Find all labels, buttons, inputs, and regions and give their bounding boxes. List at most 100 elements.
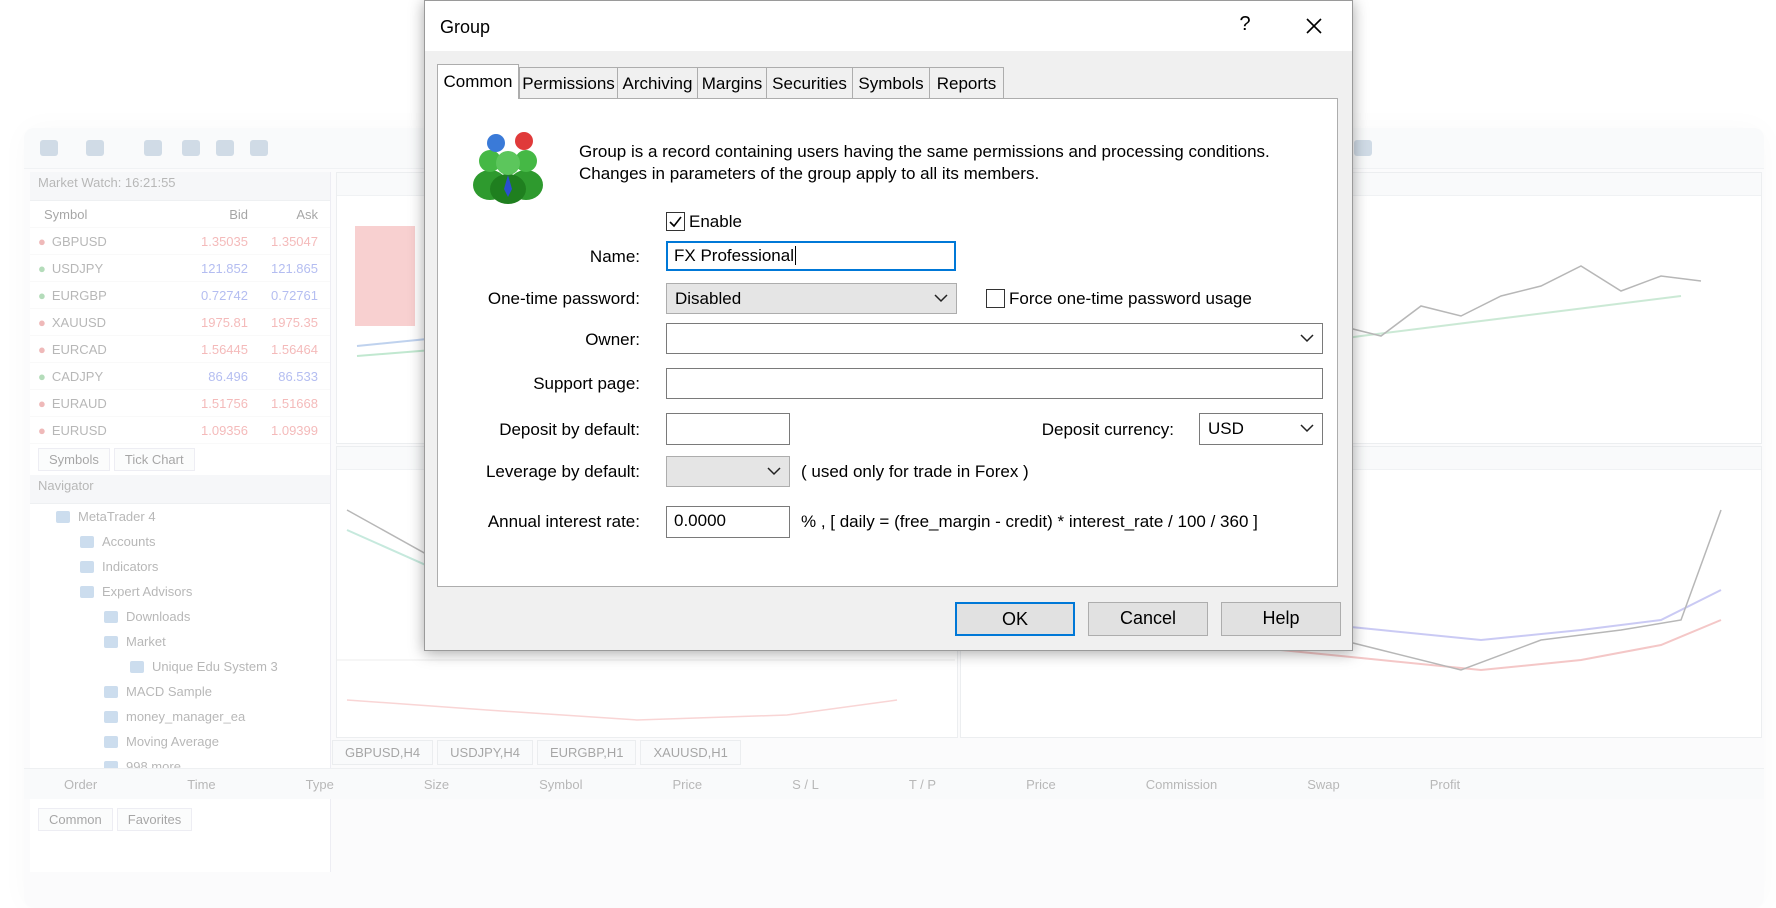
chart-tab-1[interactable]: GBPUSD,H4 <box>332 740 434 765</box>
close-button[interactable] <box>1299 11 1329 41</box>
market-watch-col-symbol: Symbol <box>44 206 88 222</box>
market-watch-list: GBPUSD 1.35035 1.35047 USDJPY 121.852 121.865… <box>30 228 330 444</box>
chart-tab-4[interactable]: XAUUSD,H1 <box>640 740 741 765</box>
navigator-item[interactable]: Indicators <box>30 554 330 579</box>
market-watch-row[interactable]: EURAUD 1.51756 1.51668 <box>30 390 330 417</box>
owner-select[interactable] <box>666 323 1323 354</box>
annual-rate-label: Annual interest rate: <box>487 512 640 531</box>
chart-tab-3[interactable]: EURGBP,H1 <box>536 740 637 765</box>
terminal-column-header[interactable]: Size <box>424 777 449 792</box>
market-watch-row[interactable]: CADJPY 86.496 86.533 <box>30 363 330 390</box>
navigator-item[interactable]: Expert Advisors <box>30 579 330 604</box>
navigator-item-label: Accounts <box>102 534 156 549</box>
market-watch-icon <box>144 140 162 156</box>
ask-price: 1.09399 <box>271 422 318 438</box>
navigator-icon <box>182 140 200 156</box>
navigator-item[interactable]: MetaTrader 4 <box>30 504 330 529</box>
tab-favorites[interactable]: Favorites <box>116 808 193 831</box>
terminal-column-header[interactable]: Profit <box>1430 777 1460 792</box>
annual-rate-input[interactable]: 0.0000 <box>666 506 790 538</box>
otp-label: One-time password: <box>487 289 640 308</box>
cancel-button[interactable]: Cancel <box>1088 602 1208 636</box>
navigator-item-label: money_manager_ea <box>126 709 246 724</box>
market-watch-row[interactable]: USDJPY 121.852 121.865 <box>30 255 330 282</box>
leverage-note: ( used only for trade in Forex ) <box>801 462 1029 481</box>
enable-label[interactable]: Enable <box>689 212 742 232</box>
folder-icon <box>80 560 94 573</box>
market-watch-row[interactable]: XAUUSD 1975.81 1975.35 <box>30 309 330 336</box>
tab-common-nav[interactable]: Common <box>38 808 113 831</box>
otp-select[interactable]: Disabled <box>666 283 957 314</box>
tab-symbols[interactable]: Symbols <box>38 448 110 471</box>
market-watch-row[interactable]: EURUSD 1.09356 1.09399 <box>30 417 330 444</box>
ask-price: 86.533 <box>278 368 318 384</box>
chevron-down-icon <box>767 467 781 476</box>
tab-symbols[interactable]: Symbols <box>852 67 930 98</box>
tab-common[interactable]: Common <box>437 64 519 99</box>
navigator-item[interactable]: Unique Edu System 3 <box>30 654 330 679</box>
owner-label: Owner: <box>585 330 640 349</box>
force-otp-label[interactable]: Force one-time password usage <box>1009 289 1252 309</box>
terminal-column-header[interactable]: Commission <box>1146 777 1218 792</box>
bid-price: 86.496 <box>208 368 248 384</box>
market-watch-col-bid: Bid <box>229 206 248 222</box>
terminal-column-header[interactable]: Price <box>672 777 702 792</box>
market-watch-row[interactable]: EURCAD 1.56445 1.56464 <box>30 336 330 363</box>
tab-archiving[interactable]: Archiving <box>617 67 698 98</box>
terminal-column-header[interactable]: Order <box>64 777 97 792</box>
tab-tick-chart[interactable]: Tick Chart <box>113 448 195 471</box>
folder-icon <box>80 535 94 548</box>
force-otp-checkbox[interactable] <box>986 289 1005 308</box>
help-button[interactable]: Help <box>1221 602 1341 636</box>
tab-permissions[interactable]: Permissions <box>519 67 618 98</box>
folder-icon <box>56 510 70 523</box>
chevron-down-icon <box>1300 424 1314 433</box>
tab-margins[interactable]: Margins <box>697 67 767 98</box>
leverage-default-select[interactable] <box>666 456 790 487</box>
terminal-column-header[interactable]: Time <box>187 777 215 792</box>
name-input[interactable]: FX Professional <box>666 241 956 271</box>
navigator-item[interactable]: Moving Average <box>30 729 330 754</box>
symbol-name: USDJPY <box>38 261 178 276</box>
deposit-currency-select[interactable]: USD <box>1199 413 1323 445</box>
intro-line-1: Group is a record containing users havin… <box>579 142 1270 161</box>
ok-button[interactable]: OK <box>955 602 1075 636</box>
navigator-item[interactable]: MACD Sample <box>30 679 330 704</box>
navigator-item[interactable]: Market <box>30 629 330 654</box>
terminal-column-header[interactable]: Type <box>306 777 334 792</box>
navigator-item[interactable]: money_manager_ea <box>30 704 330 729</box>
navigator-tabs: Common Favorites <box>30 804 330 835</box>
symbol-name: CADJPY <box>38 369 178 384</box>
chart-tab-2[interactable]: USDJPY,H4 <box>437 740 533 765</box>
dialog-title: Group <box>440 17 491 37</box>
navigator-item-label: Moving Average <box>126 734 219 749</box>
chart-tabs: GBPUSD,H4 USDJPY,H4 EURGBP,H1 XAUUSD,H1 <box>332 740 741 765</box>
tab-securities[interactable]: Securities <box>766 67 853 98</box>
terminal-column-header[interactable]: Price <box>1026 777 1056 792</box>
bid-price: 1.56445 <box>201 341 248 357</box>
terminal-column-header[interactable]: Swap <box>1307 777 1340 792</box>
deposit-default-input[interactable] <box>666 413 790 445</box>
market-watch-row[interactable]: EURGBP 0.72742 0.72761 <box>30 282 330 309</box>
navigator-item-label: MetaTrader 4 <box>78 509 156 524</box>
market-watch-row[interactable]: GBPUSD 1.35035 1.35047 <box>30 228 330 255</box>
support-page-input[interactable] <box>666 368 1323 399</box>
navigator-tree: MetaTrader 4 Accounts Indicators Expert Adv… <box>30 504 330 804</box>
terminal-column-header[interactable]: S / L <box>792 777 819 792</box>
tab-reports[interactable]: Reports <box>929 67 1004 98</box>
folder-icon <box>130 660 144 673</box>
enable-checkbox[interactable] <box>666 212 685 231</box>
dialog-titlebar: Group ? <box>425 1 1352 51</box>
terminal-column-header[interactable]: T / P <box>909 777 936 792</box>
symbol-name: XAUUSD <box>38 315 178 330</box>
navigator-item-label: Unique Edu System 3 <box>152 659 278 674</box>
navigator-item[interactable]: Accounts <box>30 529 330 554</box>
navigator-item[interactable]: Downloads <box>30 604 330 629</box>
terminal-column-header[interactable]: Symbol <box>539 777 582 792</box>
market-watch-col-ask: Ask <box>296 206 318 222</box>
navigator-item-label: MACD Sample <box>126 684 212 699</box>
profiles-icon <box>86 140 104 156</box>
context-help-button[interactable]: ? <box>1233 13 1257 39</box>
chevron-down-icon <box>1300 334 1314 343</box>
symbol-name: GBPUSD <box>38 234 178 249</box>
